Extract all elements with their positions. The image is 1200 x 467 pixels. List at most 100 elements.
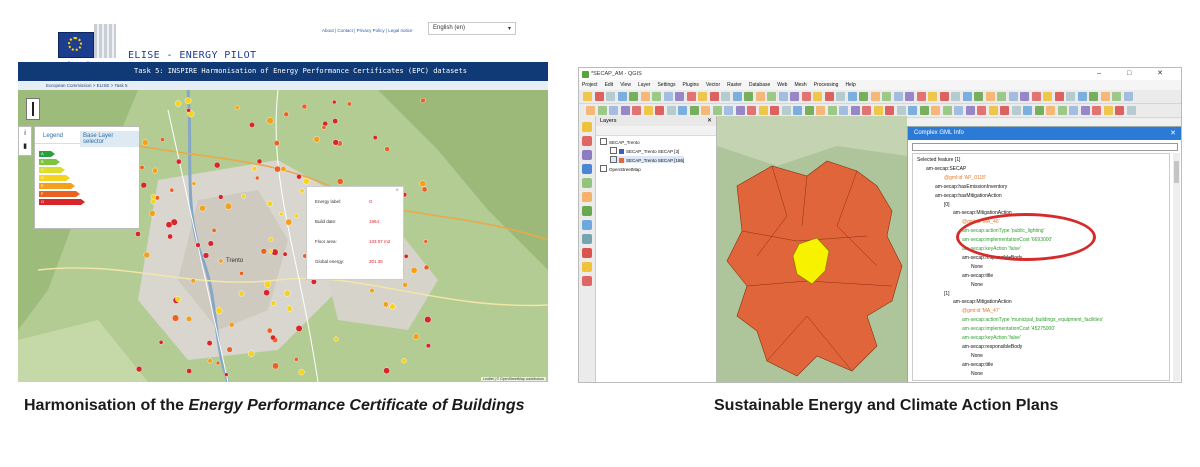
toolbar-button-icon[interactable] — [816, 106, 825, 115]
epc-point[interactable] — [270, 300, 277, 306]
toolbar-button-icon[interactable] — [859, 92, 868, 101]
epc-point[interactable] — [295, 325, 303, 332]
toolbar-button-icon[interactable] — [767, 92, 776, 101]
toolbar-button-icon[interactable] — [1080, 106, 1090, 115]
toolbar-button-icon[interactable] — [678, 106, 687, 115]
epc-point[interactable] — [346, 101, 352, 107]
web-map[interactable]: Trento i ▮ Legend Base Layer selector AB… — [18, 90, 548, 382]
epc-point[interactable] — [403, 253, 409, 259]
toolbar-button-icon[interactable] — [988, 106, 998, 115]
toolbar-button-icon[interactable] — [793, 106, 802, 115]
epc-point[interactable] — [369, 288, 375, 294]
toolbar-button-icon[interactable] — [758, 106, 768, 115]
zoom-control[interactable] — [26, 98, 40, 120]
epc-point[interactable] — [207, 240, 214, 247]
tool-button-icon[interactable] — [582, 220, 592, 230]
tool-button-icon[interactable] — [582, 122, 592, 132]
epc-point[interactable] — [140, 182, 147, 189]
toolbar-button-icon[interactable] — [735, 106, 745, 115]
toolbar-button-icon[interactable] — [597, 106, 607, 115]
epc-point[interactable] — [419, 180, 427, 187]
epc-point[interactable] — [268, 248, 274, 254]
toolbar-button-icon[interactable] — [640, 92, 650, 101]
epc-point[interactable] — [211, 228, 217, 233]
epc-point[interactable] — [186, 107, 191, 113]
epc-point[interactable] — [266, 327, 273, 334]
map-attribution[interactable]: Leaflet | © OpenStreetMap contributors — [481, 377, 546, 381]
language-select[interactable]: English (en) ▾ — [428, 22, 516, 35]
epc-point[interactable] — [332, 118, 339, 124]
layer-item[interactable]: SECAP_Trento — [600, 138, 640, 145]
toolbar-button-icon[interactable] — [744, 92, 753, 101]
toolbar-button-icon[interactable] — [873, 106, 883, 115]
toolbar-button-icon[interactable] — [709, 92, 719, 101]
top-links[interactable]: About | Contact | Privacy Policy | Legal… — [322, 28, 413, 33]
epc-point[interactable] — [301, 103, 308, 110]
toolbar-button-icon[interactable] — [893, 92, 903, 101]
close-icon[interactable]: ✕ — [1170, 129, 1176, 137]
toolbar-button-icon[interactable] — [1100, 92, 1110, 101]
epc-point[interactable] — [186, 368, 192, 374]
epc-point[interactable] — [421, 186, 428, 193]
epc-point[interactable] — [283, 111, 289, 117]
toolbar-button-icon[interactable] — [701, 106, 710, 115]
epc-point[interactable] — [142, 139, 149, 146]
toolbar-button-icon[interactable] — [862, 106, 871, 115]
toolbar-button-icon[interactable] — [747, 106, 756, 115]
epc-point[interactable] — [215, 360, 221, 366]
toolbar-button-icon[interactable] — [905, 92, 914, 101]
epc-point[interactable] — [218, 258, 224, 264]
epc-point[interactable] — [247, 350, 255, 358]
menu-item[interactable]: Help — [845, 82, 855, 88]
toolbar-button-icon[interactable] — [1112, 92, 1121, 101]
gml-tree[interactable]: Selected feature [1] am-secap:SECAP @gml:i… — [912, 153, 1170, 381]
tool-button-icon[interactable] — [582, 150, 592, 160]
epc-point[interactable] — [296, 173, 302, 180]
epc-point[interactable] — [425, 343, 431, 349]
menu-item[interactable]: Plugins — [683, 82, 699, 88]
toolbar-button-icon[interactable] — [942, 106, 952, 115]
epc-point[interactable] — [298, 369, 305, 376]
toolbar-button-icon[interactable] — [1043, 92, 1052, 101]
gml-tree-row[interactable]: am-secap:implementationCost '45275000' — [962, 326, 1055, 332]
gml-tree-row[interactable]: am-secap:responsibleBody — [962, 344, 1022, 350]
breadcrumb[interactable]: European Commission > ELISE > Task 5 — [18, 81, 548, 90]
epc-point[interactable] — [389, 303, 396, 310]
epc-point[interactable] — [333, 336, 339, 342]
toolbar-button-icon[interactable] — [721, 92, 730, 101]
toolbar-button-icon[interactable] — [870, 92, 880, 101]
toolbar-button-icon[interactable] — [1008, 92, 1018, 101]
tool-button-icon[interactable] — [582, 206, 592, 216]
toolbar-button-icon[interactable] — [1057, 106, 1067, 115]
menu-item[interactable]: Database — [749, 82, 770, 88]
epc-point[interactable] — [268, 236, 274, 242]
epc-point[interactable] — [158, 339, 164, 345]
close-icon[interactable]: × — [395, 188, 399, 194]
checkbox-icon[interactable] — [600, 165, 607, 172]
toolbar-button-icon[interactable] — [583, 92, 592, 101]
epc-point[interactable] — [266, 200, 273, 207]
toolbar-button-icon[interactable] — [790, 92, 799, 101]
toolbar-button-icon[interactable] — [962, 92, 972, 101]
gml-tree-row[interactable]: None — [971, 371, 983, 377]
toolbar-button-icon[interactable] — [919, 106, 929, 115]
toolbar-button-icon[interactable] — [1054, 92, 1064, 101]
epc-point[interactable] — [199, 204, 206, 212]
epc-point[interactable] — [135, 231, 141, 237]
layer-item[interactable]: OpenStreetMap — [600, 165, 641, 172]
epc-point[interactable] — [167, 233, 173, 240]
epc-point[interactable] — [263, 289, 270, 296]
gml-tree-row[interactable]: None — [971, 353, 983, 359]
toolbar-button-icon[interactable] — [896, 106, 906, 115]
epc-point[interactable] — [241, 194, 246, 199]
gml-tree-row[interactable]: am-secap:title — [962, 273, 993, 279]
toolbar-button-icon[interactable] — [609, 106, 618, 115]
gml-tree-row[interactable]: @gml:id 'AP_0118' — [944, 175, 986, 181]
epc-point[interactable] — [143, 251, 151, 259]
tool-button-icon[interactable] — [582, 164, 592, 174]
epc-point[interactable] — [171, 314, 179, 322]
epc-point[interactable] — [150, 198, 157, 205]
menu-item[interactable]: Processing — [814, 82, 839, 88]
toolbar-button-icon[interactable] — [813, 92, 822, 101]
epc-point[interactable] — [424, 316, 432, 324]
